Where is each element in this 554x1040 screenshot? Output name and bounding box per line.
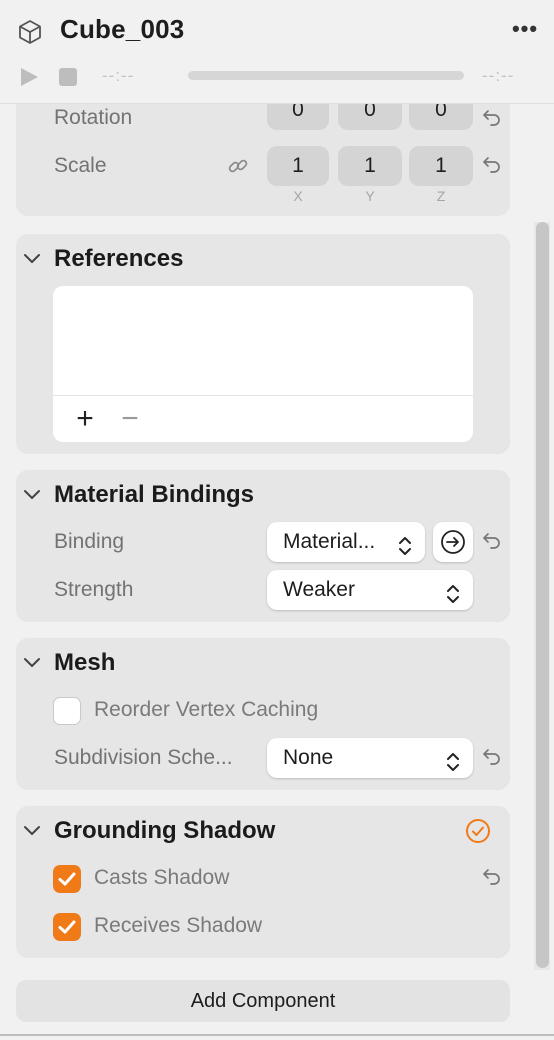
binding-popup[interactable]: Material... — [267, 522, 425, 562]
rotation-label: Rotation — [54, 106, 133, 129]
chevron-down-icon[interactable] — [22, 252, 42, 266]
receives-shadow-label: Receives Shadow — [94, 914, 263, 937]
scale-y-field[interactable]: 1 — [338, 146, 402, 186]
chevron-down-icon[interactable] — [22, 824, 42, 838]
stop-icon[interactable] — [59, 68, 77, 86]
more-options-button[interactable]: ••• — [508, 16, 542, 46]
strength-popup[interactable]: Weaker — [267, 570, 473, 610]
scale-z-field[interactable]: 1 — [409, 146, 473, 186]
go-to-material-button[interactable] — [433, 522, 473, 562]
scale-label: Scale — [54, 154, 107, 177]
material-bindings-title[interactable]: Material Bindings — [54, 481, 254, 509]
references-title[interactable]: References — [54, 245, 183, 273]
check-circle-icon[interactable] — [464, 817, 492, 845]
reset-icon[interactable] — [482, 108, 502, 126]
add-reference-button[interactable]: + — [72, 402, 98, 436]
chevron-down-icon[interactable] — [22, 488, 42, 502]
updown-chevron-icon — [445, 579, 461, 603]
casts-shadow-checkbox[interactable] — [53, 865, 81, 893]
reset-icon[interactable] — [482, 532, 502, 550]
mesh-title[interactable]: Mesh — [54, 649, 115, 677]
references-divider — [53, 395, 473, 396]
time-start: --:-- — [102, 66, 135, 85]
casts-shadow-label: Casts Shadow — [94, 866, 230, 889]
cube-icon — [16, 18, 44, 46]
bottom-divider — [0, 1034, 554, 1036]
reset-icon[interactable] — [482, 156, 502, 174]
strength-value: Weaker — [283, 578, 355, 601]
play-icon[interactable] — [18, 66, 40, 88]
subdivision-scheme-label: Subdivision Sche... — [54, 746, 233, 769]
grounding-shadow-title[interactable]: Grounding Shadow — [54, 817, 275, 845]
binding-label: Binding — [54, 530, 125, 553]
checkmark-icon — [58, 872, 76, 886]
reset-icon[interactable] — [482, 748, 502, 766]
binding-value: Material... — [283, 530, 376, 553]
subdivision-scheme-popup[interactable]: None — [267, 738, 473, 778]
reorder-vertex-caching-checkbox[interactable] — [53, 697, 81, 725]
strength-label: Strength — [54, 578, 134, 601]
scale-x-field[interactable]: 1 — [267, 146, 329, 186]
remove-reference-button[interactable]: − — [116, 402, 144, 436]
object-title: Cube_003 — [60, 14, 185, 44]
link-icon[interactable] — [227, 155, 249, 177]
receives-shadow-checkbox[interactable] — [53, 913, 81, 941]
updown-chevron-icon — [397, 531, 413, 555]
arrow-right-circle-icon — [441, 530, 465, 554]
axis-label-x: X — [293, 188, 303, 204]
subdivision-scheme-value: None — [283, 746, 334, 769]
axis-label-z: Z — [436, 188, 446, 204]
add-component-button[interactable]: Add Component — [16, 980, 510, 1022]
reset-icon[interactable] — [482, 868, 502, 886]
updown-chevron-icon — [445, 747, 461, 771]
checkmark-icon — [58, 920, 76, 934]
reorder-vertex-caching-label: Reorder Vertex Caching — [94, 698, 319, 721]
rotation-y-field[interactable]: 0 — [338, 104, 402, 130]
time-end: --:-- — [482, 66, 515, 85]
rotation-z-field[interactable]: 0 — [409, 104, 473, 130]
axis-label-y: Y — [365, 188, 375, 204]
rotation-x-field[interactable]: 0 — [267, 104, 329, 130]
timeline-scrubber[interactable] — [188, 71, 464, 80]
chevron-down-icon[interactable] — [22, 656, 42, 670]
